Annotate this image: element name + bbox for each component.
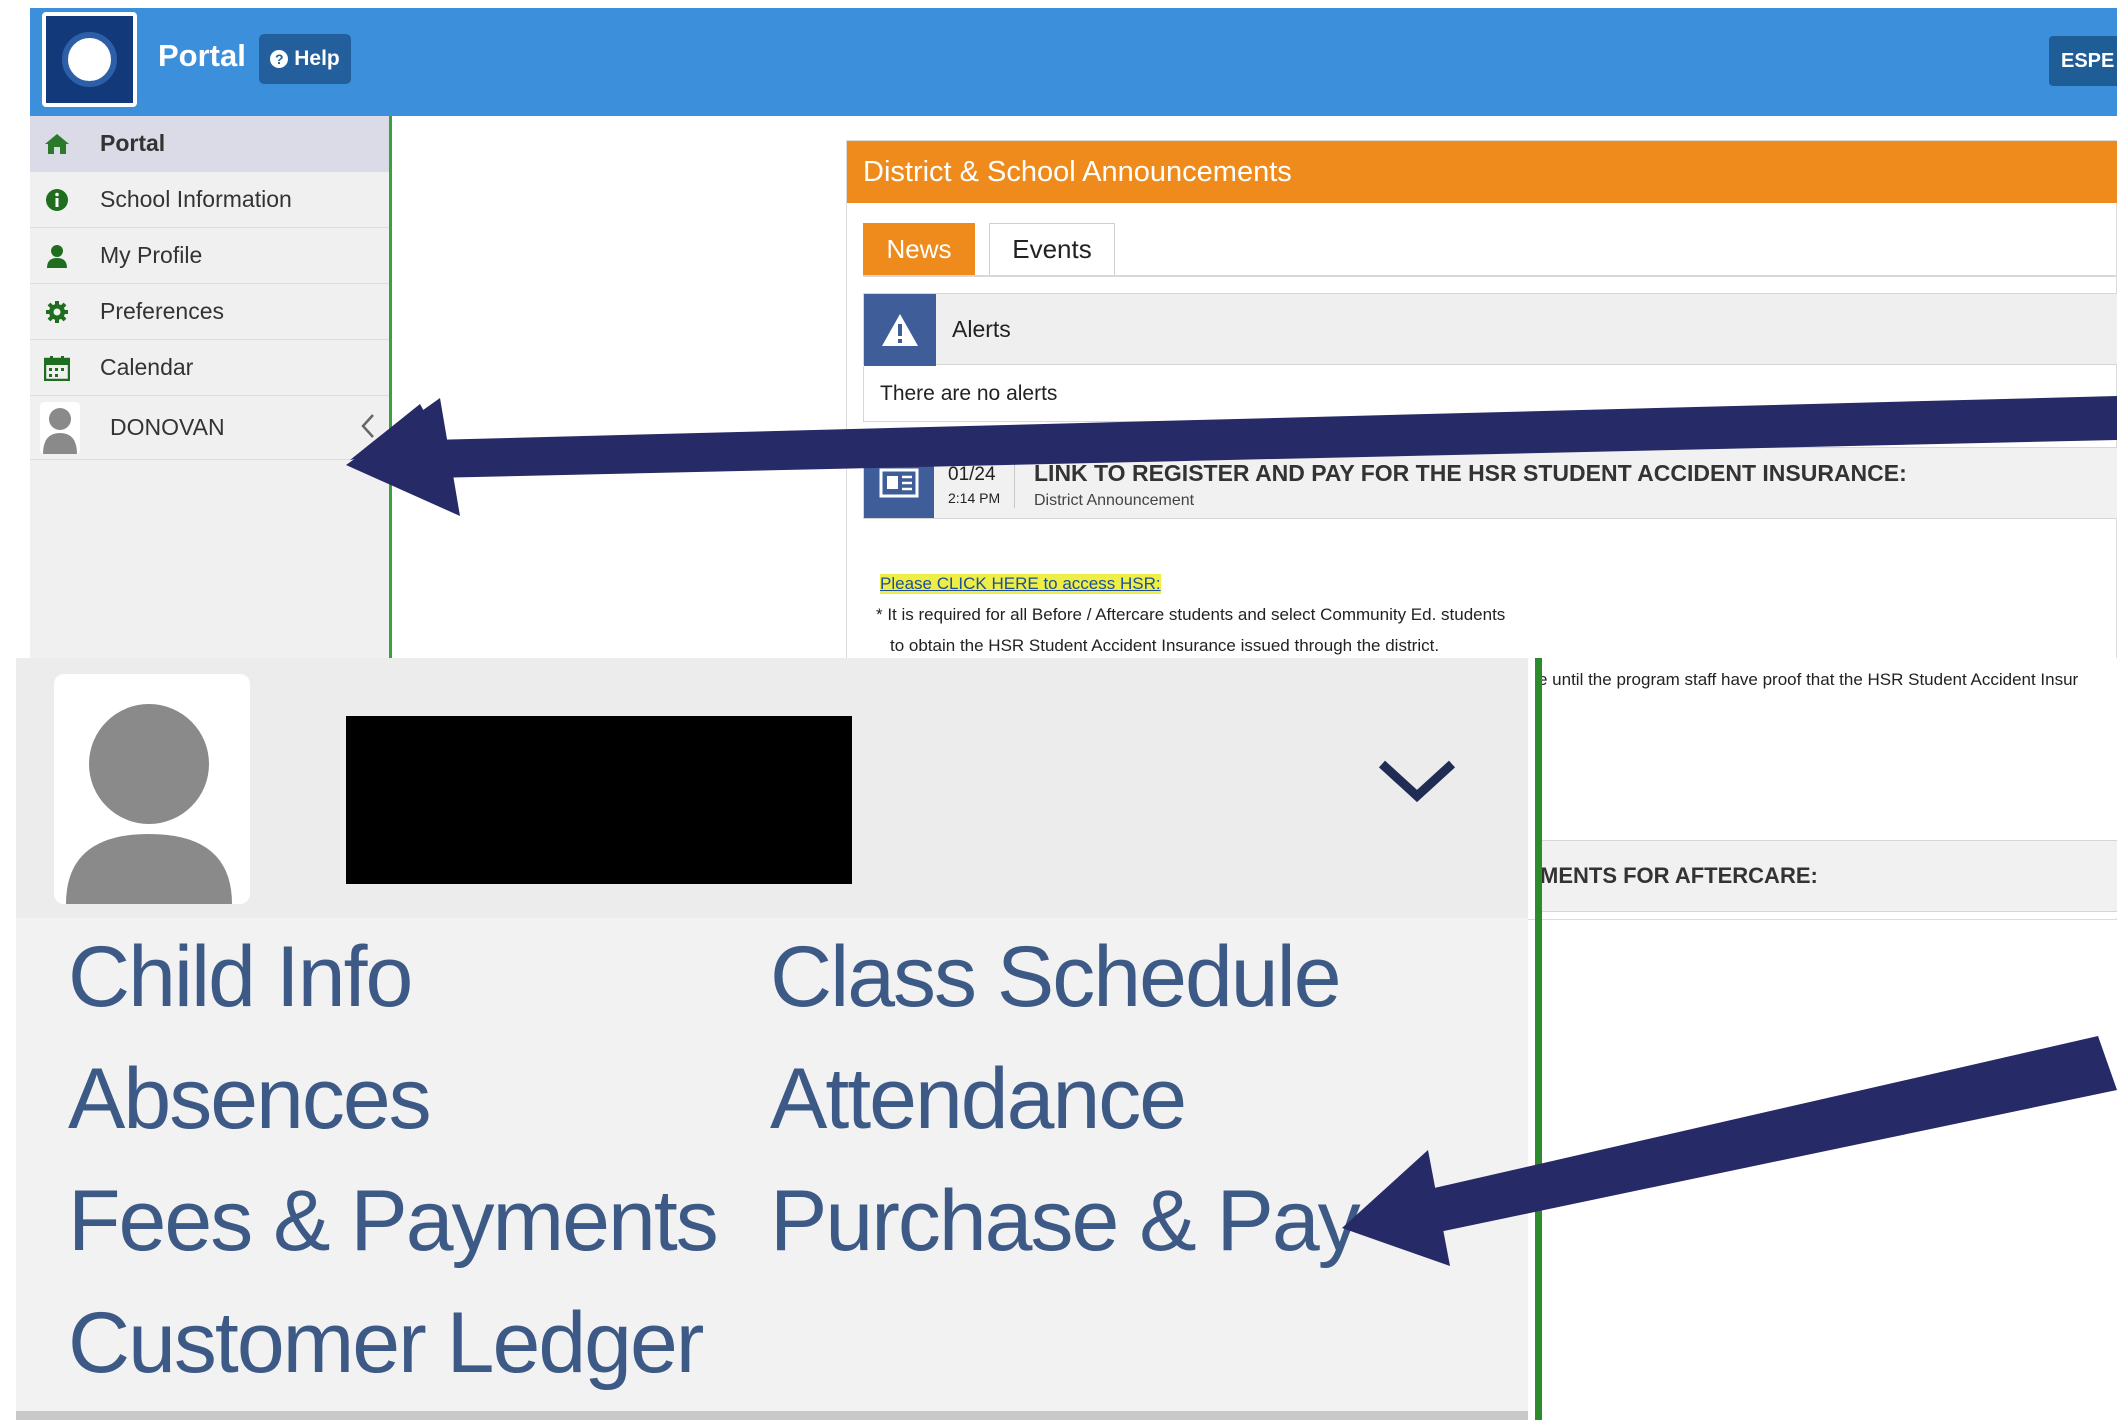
alerts-title: Alerts (952, 316, 1011, 342)
menu-link-purchase-pay[interactable]: Purchase & Pay (770, 1172, 1361, 1271)
sidebar-item-portal[interactable]: Portal (30, 116, 389, 172)
sidebar: Portal School Information My Profile Pre… (30, 116, 392, 660)
menu-link-fees-payments[interactable]: Fees & Payments (68, 1172, 719, 1271)
menu-link-customer-ledger[interactable]: Customer Ledger (68, 1294, 704, 1393)
news-body-line: e until the program staff have proof tha… (1538, 670, 2079, 689)
sidebar-item-label: Portal (100, 130, 166, 156)
student-dropdown[interactable]: DONOVAN (30, 396, 389, 460)
sidebar-item-school-information[interactable]: School Information (30, 172, 389, 228)
info-icon (44, 187, 70, 213)
help-label: Help (294, 47, 340, 70)
language-button[interactable]: ESPE (2049, 36, 2117, 86)
news-body-line: * It is required for all Before / Afterc… (876, 605, 1506, 624)
redacted-name (346, 716, 852, 884)
menu-link-class-schedule[interactable]: Class Schedule (770, 928, 1342, 1027)
student-name: DONOVAN (110, 414, 225, 440)
news-item-title[interactable]: MENTS FOR AFTERCARE: (1538, 840, 2117, 912)
calendar-icon (44, 355, 70, 381)
app-title[interactable]: Portal (158, 38, 246, 74)
news-subtitle: District Announcement (1034, 492, 1195, 509)
tab-news[interactable]: News (863, 223, 975, 275)
chevron-down-icon[interactable] (1376, 756, 1458, 806)
avatar (40, 401, 80, 454)
sidebar-item-preferences[interactable]: Preferences (30, 284, 389, 340)
divider (1535, 658, 1542, 1420)
student-menu-header[interactable] (16, 658, 1528, 918)
tab-divider (863, 275, 2117, 277)
question-icon: ? (270, 50, 289, 68)
warning-icon (864, 294, 936, 366)
help-button[interactable]: ? Help (259, 34, 351, 84)
news-time: 2:14 PM (948, 490, 1001, 506)
divider (1014, 458, 1015, 508)
student-menu-zoom: Child Info Class Schedule Absences Atten… (16, 658, 1542, 1420)
no-alerts-text: There are no alerts (863, 366, 2117, 422)
menu-link-child-info[interactable]: Child Info (68, 928, 413, 1027)
news-title: LINK TO REGISTER AND PAY FOR THE HSR STU… (1034, 460, 1907, 486)
sidebar-item-label: Preferences (100, 298, 225, 324)
news-item[interactable]: 01/24 2:14 PM LINK TO REGISTER AND PAY F… (863, 447, 2117, 519)
sidebar-item-calendar[interactable]: Calendar (30, 340, 389, 396)
sidebar-item-label: Calendar (100, 354, 194, 380)
newspaper-icon (864, 448, 934, 518)
announcements-header: District & School Announcements (847, 141, 2117, 203)
user-icon (44, 243, 70, 269)
announcement-continuation: e until the program staff have proof tha… (1526, 658, 2117, 918)
district-logo[interactable] (42, 12, 137, 107)
tab-events[interactable]: Events (989, 223, 1115, 275)
sidebar-item-my-profile[interactable]: My Profile (30, 228, 389, 284)
news-body-line: to obtain the HSR Student Accident Insur… (890, 636, 1440, 655)
menu-link-attendance[interactable]: Attendance (770, 1050, 1187, 1149)
avatar (54, 674, 250, 904)
hsr-link[interactable]: Please CLICK HERE to access HSR: (880, 574, 1161, 594)
alerts-row[interactable]: Alerts (863, 293, 2117, 366)
news-date: 01/24 (948, 464, 996, 485)
logo-emblem-icon (62, 32, 117, 87)
menu-link-absences[interactable]: Absences (68, 1050, 432, 1149)
chevron-left-icon (360, 412, 376, 446)
sidebar-item-label: School Information (100, 186, 292, 212)
sidebar-item-label: My Profile (100, 242, 203, 268)
gear-icon (44, 299, 70, 325)
home-icon (44, 131, 70, 157)
